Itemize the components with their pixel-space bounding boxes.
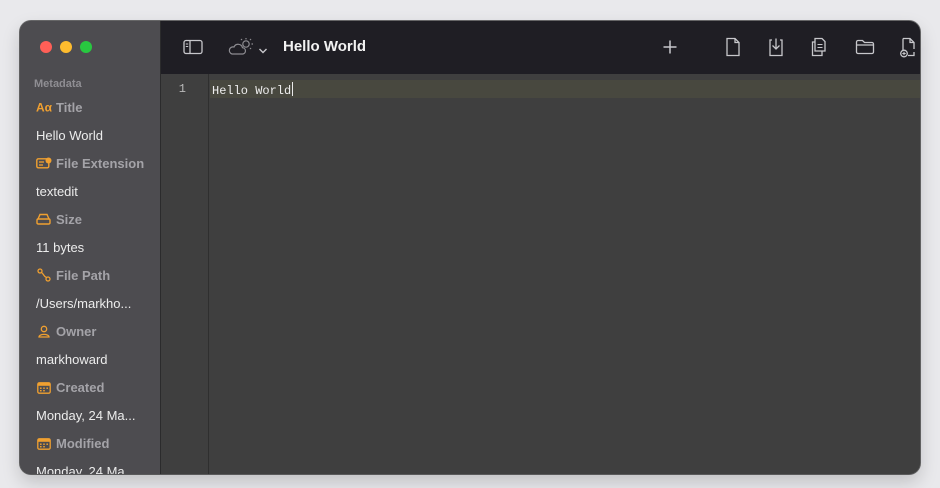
download-document-icon[interactable]: [767, 36, 785, 58]
metadata-value-label: Monday, 24 Ma...: [36, 407, 136, 423]
sidebar-toggle-icon[interactable]: [183, 36, 203, 58]
extension-badge-icon: [36, 157, 52, 170]
window-controls: [40, 41, 92, 53]
sidebar-section-title: Metadata: [34, 78, 82, 90]
metadata-heading-label: Owner: [56, 323, 97, 339]
metadata-value-label: /Users/markho...: [36, 295, 132, 311]
metadata-value-label: Monday, 24 Ma...: [36, 463, 136, 475]
toolbar: Hello World: [161, 21, 920, 74]
metadata-heading-file-path: File Path: [20, 261, 161, 289]
calendar-icon: [36, 437, 52, 450]
text-format-icon: Aα: [36, 101, 52, 113]
drive-icon: [36, 213, 52, 225]
metadata-value-label: 11 bytes: [36, 239, 85, 255]
editor-line-text: Hello World: [212, 84, 292, 98]
metadata-value-title: Hello World: [20, 121, 161, 149]
close-window-button[interactable]: [40, 41, 52, 53]
folder-icon[interactable]: [855, 36, 875, 58]
metadata-value-owner: markhoward: [20, 345, 161, 373]
app-window: Metadata Aα Title Hello World File Exten…: [20, 21, 920, 474]
metadata-heading-label: Size: [56, 211, 83, 227]
zoom-window-button[interactable]: [80, 41, 92, 53]
metadata-heading-label: Created: [56, 379, 105, 395]
line-number-gutter: 1: [161, 74, 209, 474]
metadata-value-created: Monday, 24 Ma...: [20, 401, 161, 429]
metadata-heading-created: Created: [20, 373, 161, 401]
svg-text:Aα: Aα: [36, 101, 52, 113]
export-document-icon[interactable]: [899, 36, 919, 58]
metadata-heading-label: File Path: [56, 267, 111, 283]
metadata-list: Aα Title Hello World File Extension text…: [20, 93, 161, 475]
person-icon: [36, 325, 52, 338]
metadata-value-size: 11 bytes: [20, 233, 161, 261]
metadata-value-label: textedit: [36, 183, 78, 199]
metadata-heading-title: Aα Title: [20, 93, 161, 121]
plus-icon[interactable]: [662, 36, 678, 58]
metadata-sidebar: Metadata Aα Title Hello World File Exten…: [20, 21, 161, 474]
line-number: 1: [178, 82, 186, 96]
document-title: Hello World: [283, 38, 367, 55]
duplicate-document-icon[interactable]: [810, 36, 830, 58]
metadata-heading-label: File Extension: [56, 155, 145, 171]
new-document-icon[interactable]: [725, 36, 741, 58]
metadata-value-file-extension: textedit: [20, 177, 161, 205]
editor-line[interactable]: Hello World: [212, 82, 294, 98]
text-editor[interactable]: 1 Hello World: [161, 74, 920, 474]
minimize-window-button[interactable]: [60, 41, 72, 53]
metadata-heading-size: Size: [20, 205, 161, 233]
metadata-value-file-path: /Users/markho...: [20, 289, 161, 317]
metadata-heading-label: Modified: [56, 435, 110, 451]
metadata-heading-modified: Modified: [20, 429, 161, 457]
calendar-icon: [36, 381, 52, 394]
text-caret: [292, 82, 294, 96]
weather-theme-icon[interactable]: [228, 36, 256, 58]
current-line-highlight: [210, 80, 920, 98]
metadata-value-modified: Monday, 24 Ma...: [20, 457, 161, 475]
chevron-down-icon[interactable]: [258, 40, 268, 62]
metadata-heading-label: Title: [56, 99, 83, 115]
metadata-heading-owner: Owner: [20, 317, 161, 345]
metadata-value-label: Hello World: [36, 127, 103, 143]
metadata-value-label: markhoward: [36, 351, 108, 367]
metadata-heading-file-extension: File Extension: [20, 149, 161, 177]
path-icon: [36, 268, 52, 282]
